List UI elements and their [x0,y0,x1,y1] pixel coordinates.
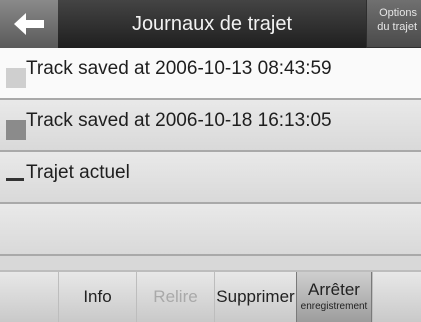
track-log-item[interactable]: Track saved at 2006-10-13 08:43:59 [0,48,421,100]
back-button[interactable] [0,0,59,49]
replay-button-label: Relire [153,287,198,306]
stop-recording-button[interactable]: Arrêter enregistrement [296,272,372,322]
track-log-label: Track saved at 2006-10-13 08:43:59 [26,58,332,79]
empty-list-row [0,204,421,256]
empty-tab [372,272,421,322]
options-label-line1: Options [379,7,417,19]
info-button[interactable]: Info [58,272,136,322]
track-dash-icon [6,178,24,181]
page-title: Journaux de trajet [131,12,293,35]
track-log-label: Track saved at 2006-10-18 16:13:05 [26,110,332,131]
empty-tab [0,272,58,322]
track-logs-screen: Journaux de trajet Options du trajet Tra… [0,0,421,322]
delete-button-label: Supprimer [216,287,295,306]
track-log-item[interactable]: Track saved at 2006-10-18 16:13:05 [0,100,421,152]
track-log-label: Trajet actuel [26,162,130,183]
arrow-left-icon [14,13,44,35]
title-bar: Journaux de trajet [58,0,366,49]
stop-recording-sublabel: enregistrement [300,301,368,312]
delete-button[interactable]: Supprimer [214,272,296,322]
replay-button[interactable]: Relire [136,272,214,322]
info-button-label: Info [83,287,112,306]
options-label-line2: du trajet [377,21,417,33]
track-color-icon [6,120,26,140]
track-log-list: Track saved at 2006-10-13 08:43:59 Track… [0,48,421,256]
header: Journaux de trajet Options du trajet [0,0,421,49]
track-options-button[interactable]: Options du trajet [366,0,421,48]
track-color-icon [6,68,26,88]
track-log-item[interactable]: Trajet actuel [0,152,421,204]
bottom-toolbar: Info Relire Supprimer Arrêter enregistre… [0,270,421,322]
stop-recording-label: Arrêter [308,280,360,299]
